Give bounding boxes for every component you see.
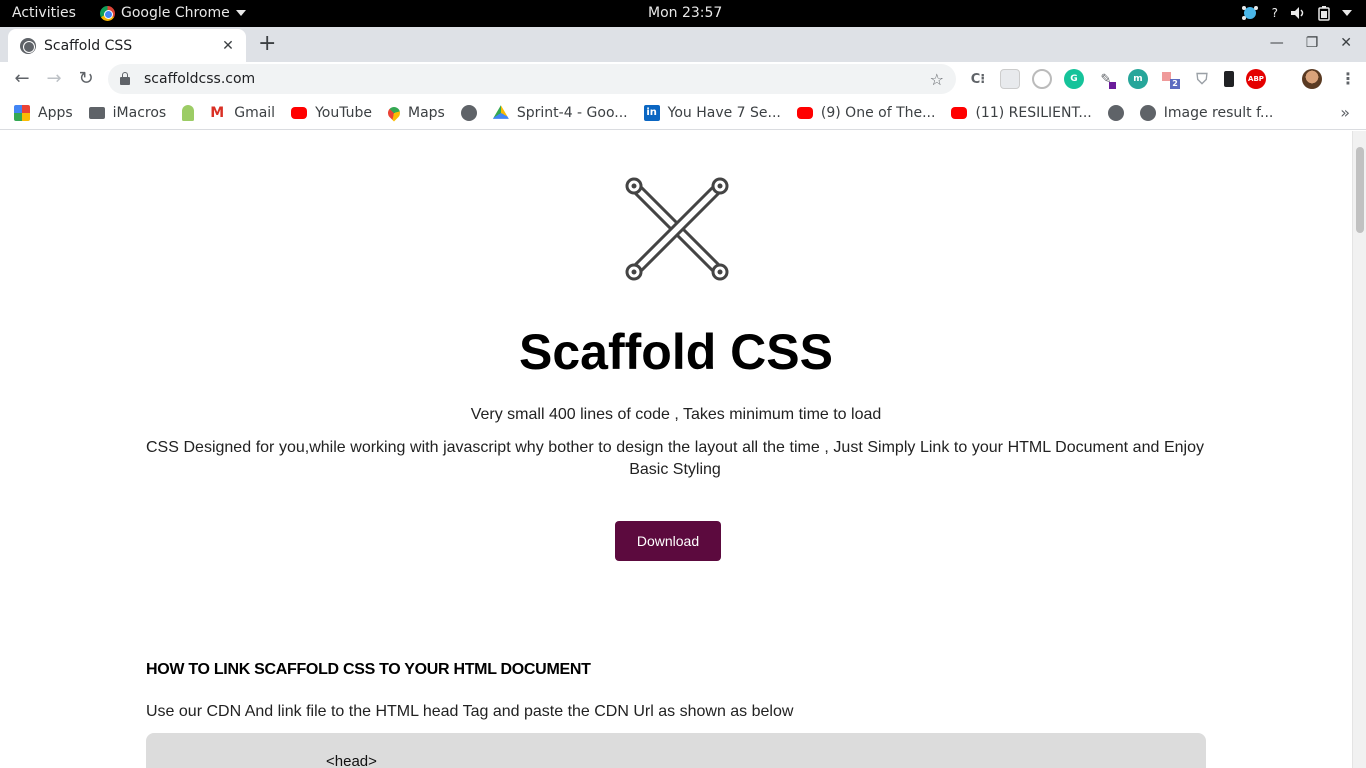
url-text[interactable]: scaffoldcss.com bbox=[144, 71, 930, 87]
minimize-button[interactable]: — bbox=[1270, 35, 1284, 51]
bookmark-apps[interactable]: Apps bbox=[14, 104, 73, 121]
bookmark-label: YouTube bbox=[315, 104, 373, 121]
chrome-icon bbox=[100, 5, 115, 21]
chrome-menu-icon[interactable]: ⋮ bbox=[1340, 69, 1356, 88]
app-menu-label: Google Chrome bbox=[121, 5, 230, 21]
download-button[interactable]: Download bbox=[615, 521, 721, 561]
close-window-button[interactable]: ✕ bbox=[1340, 35, 1352, 51]
extensions-area: C⁝ G ✎ m 2 ⛉ ABP bbox=[968, 69, 1266, 89]
battery-icon[interactable] bbox=[1318, 5, 1330, 21]
slack-tray-icon[interactable] bbox=[1240, 4, 1260, 22]
scaffold-logo-icon bbox=[625, 177, 729, 281]
shield-ext-icon[interactable]: ⛉ bbox=[1192, 69, 1212, 89]
back-button[interactable]: ← bbox=[11, 68, 33, 90]
bookmark-youtube[interactable]: YouTube bbox=[291, 105, 372, 121]
help-icon[interactable]: ? bbox=[1272, 6, 1278, 20]
m-ext-icon[interactable]: m bbox=[1128, 69, 1148, 89]
youtube-icon bbox=[291, 106, 308, 119]
bookmark-label: Gmail bbox=[234, 104, 276, 121]
maximize-button[interactable]: ❐ bbox=[1306, 35, 1319, 51]
window-controls: — ❐ ✕ bbox=[1270, 35, 1352, 51]
bookmarks-bar: Apps iMacros M Gmail YouTube Maps Sprint… bbox=[0, 96, 1366, 130]
tab-counter-badge: 2 bbox=[1170, 79, 1180, 89]
app-menu[interactable]: Google Chrome bbox=[100, 5, 246, 21]
drive-icon bbox=[492, 105, 509, 119]
maps-icon bbox=[385, 104, 403, 121]
abp-icon[interactable]: ABP bbox=[1246, 69, 1266, 89]
system-top-bar: Activities Google Chrome Mon 23:57 ? bbox=[0, 0, 1366, 27]
code-block: <head> bbox=[146, 733, 1206, 768]
profile-avatar[interactable] bbox=[1302, 69, 1322, 89]
bookmark-label: Sprint-4 - Goo... bbox=[516, 104, 628, 121]
tab-strip: Scaffold CSS ✕ + — ❐ ✕ bbox=[0, 27, 1366, 62]
android-icon bbox=[182, 104, 195, 121]
globe-favicon-icon bbox=[20, 37, 36, 54]
globe-icon bbox=[1107, 104, 1124, 121]
bookmark-globe[interactable] bbox=[460, 104, 477, 121]
bookmark-maps[interactable]: Maps bbox=[385, 104, 445, 121]
bookmark-youtube-2[interactable]: (9) One of The... bbox=[796, 104, 936, 121]
tab-close-icon[interactable]: ✕ bbox=[220, 38, 236, 54]
blank-ext-icon[interactable] bbox=[1000, 69, 1020, 89]
section-text: Use our CDN And link file to the HTML he… bbox=[146, 703, 794, 720]
new-tab-button[interactable]: + bbox=[258, 33, 276, 55]
bookmark-linkedin[interactable]: in You Have 7 Se... bbox=[643, 104, 781, 121]
c-icon[interactable]: C⁝ bbox=[968, 69, 988, 89]
chevron-down-icon bbox=[235, 10, 246, 16]
bookmark-label: Image result f... bbox=[1163, 104, 1274, 121]
bookmark-label: You Have 7 Se... bbox=[667, 104, 781, 121]
page-content: Scaffold CSS Very small 400 lines of cod… bbox=[0, 131, 1352, 768]
bookmark-gmail[interactable]: M Gmail bbox=[210, 105, 275, 121]
bookmark-sprint[interactable]: Sprint-4 - Goo... bbox=[492, 104, 628, 121]
bookmark-youtube-3[interactable]: (11) RESILIENT... bbox=[951, 104, 1092, 121]
grammarly-icon[interactable]: G bbox=[1064, 69, 1084, 89]
bookmark-label: (11) RESILIENT... bbox=[975, 104, 1092, 121]
gmail-icon: M bbox=[210, 104, 225, 121]
linkedin-icon: in bbox=[643, 104, 660, 121]
page-title: Scaffold CSS bbox=[519, 324, 833, 380]
activities-button[interactable]: Activities bbox=[12, 5, 76, 21]
address-bar[interactable]: scaffoldcss.com ☆ bbox=[108, 64, 956, 94]
bookmark-label: (9) One of The... bbox=[820, 104, 936, 121]
bookmark-globe-2[interactable] bbox=[1107, 104, 1124, 121]
globe-icon bbox=[460, 104, 477, 121]
clock[interactable]: Mon 23:57 bbox=[648, 5, 722, 21]
apps-grid-icon bbox=[14, 104, 30, 121]
description: CSS Designed for you,while working with … bbox=[146, 439, 1204, 478]
bookmark-imacros[interactable]: iMacros bbox=[88, 104, 167, 121]
bookmark-label: Apps bbox=[38, 104, 73, 121]
globe-icon bbox=[1139, 104, 1156, 121]
tagline: Very small 400 lines of code , Takes min… bbox=[470, 406, 882, 423]
bookmarks-overflow-icon[interactable]: » bbox=[1340, 103, 1350, 122]
folder-icon bbox=[88, 106, 105, 119]
youtube-icon bbox=[796, 106, 813, 119]
volume-icon[interactable] bbox=[1290, 6, 1306, 20]
lock-icon[interactable] bbox=[120, 72, 130, 85]
code-line: <head> bbox=[326, 753, 377, 768]
bookmark-image-result[interactable]: Image result f... bbox=[1139, 104, 1274, 121]
system-tray[interactable]: ? bbox=[1240, 4, 1352, 22]
section-heading: HOW TO LINK SCAFFOLD CSS TO YOUR HTML DO… bbox=[146, 661, 591, 678]
clock-ext-icon[interactable] bbox=[1032, 69, 1052, 89]
system-menu-chevron-icon[interactable] bbox=[1342, 10, 1352, 16]
forward-button[interactable]: → bbox=[43, 68, 65, 90]
bookmark-android[interactable] bbox=[182, 104, 195, 121]
bookmark-label: iMacros bbox=[112, 104, 167, 121]
browser-toolbar: ← → ↻ scaffoldcss.com ☆ C⁝ G ✎ m 2 ⛉ ABP… bbox=[0, 62, 1366, 96]
bookmark-star-icon[interactable]: ☆ bbox=[930, 70, 944, 89]
youtube-icon bbox=[951, 106, 968, 119]
tab-counter-icon[interactable]: 2 bbox=[1160, 69, 1180, 89]
reload-button[interactable]: ↻ bbox=[75, 68, 97, 90]
scrollbar-thumb[interactable] bbox=[1356, 147, 1364, 233]
phone-ext-icon[interactable] bbox=[1224, 71, 1234, 87]
tab-title: Scaffold CSS bbox=[44, 37, 133, 54]
page-scrollbar[interactable] bbox=[1352, 131, 1366, 768]
pen-ext-icon[interactable]: ✎ bbox=[1096, 69, 1116, 89]
tab-scaffold-css[interactable]: Scaffold CSS ✕ bbox=[8, 29, 246, 62]
bookmark-label: Maps bbox=[408, 104, 445, 121]
